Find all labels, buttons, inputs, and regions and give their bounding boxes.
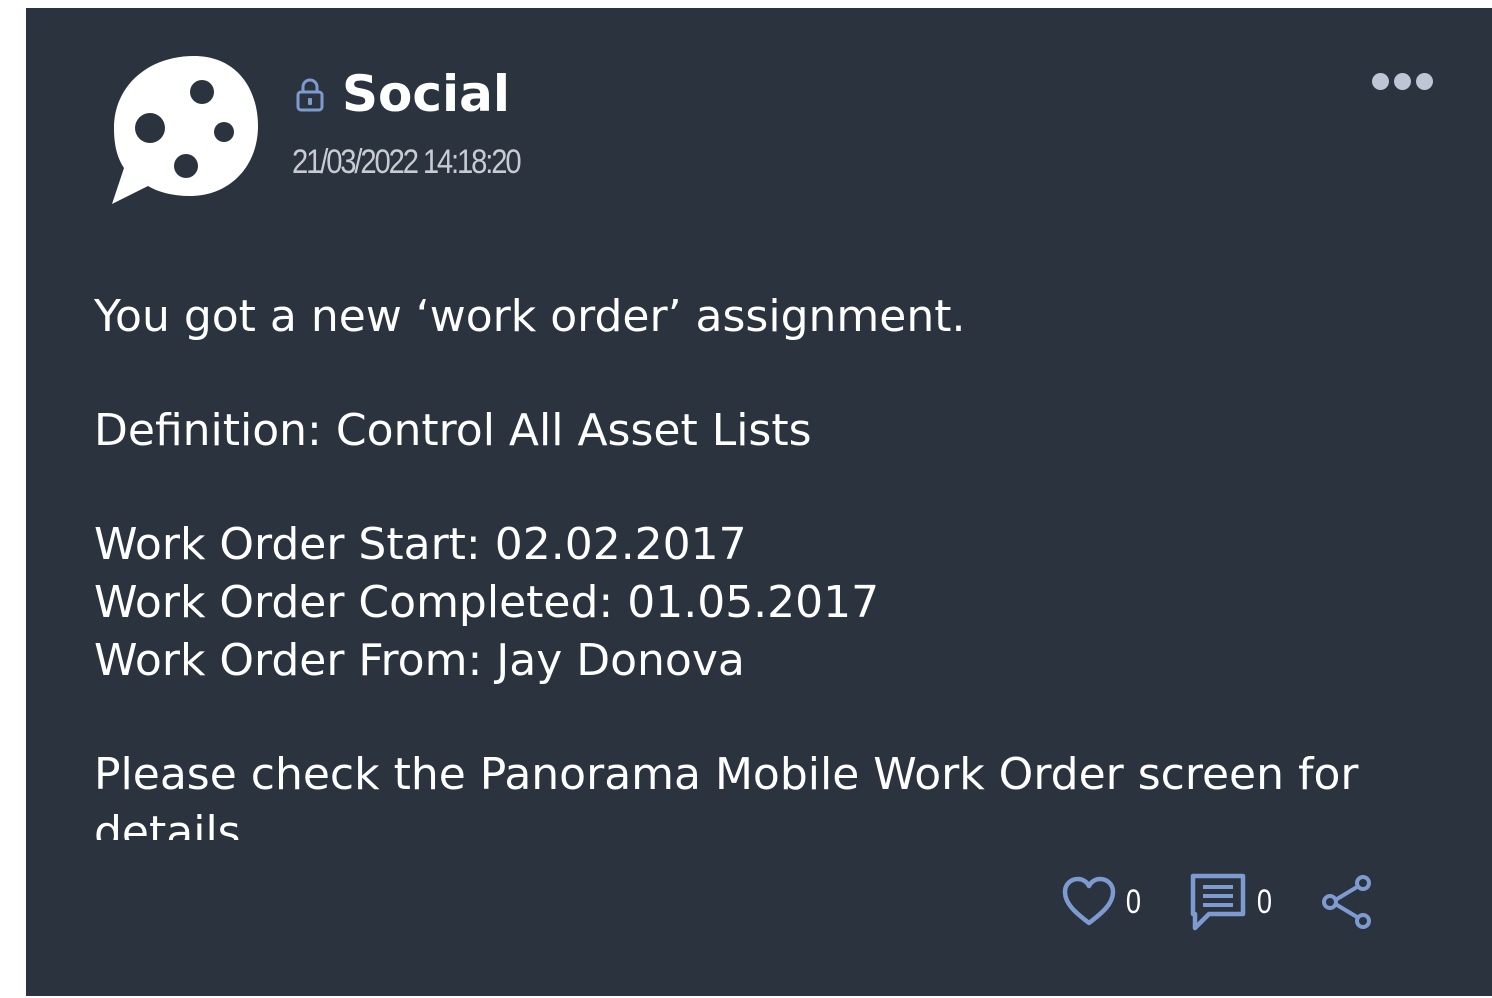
- body-line-from: Work Order From: Jay Donova: [94, 635, 745, 686]
- comment-icon: [1190, 873, 1246, 931]
- chat-bubble-dots-icon[interactable]: [106, 50, 266, 210]
- body-line-definition: Definition: Control All Asset Lists: [94, 405, 812, 456]
- post-title[interactable]: Social: [342, 64, 510, 124]
- body-line-instructions: Please check the Panorama Mobile Work Or…: [94, 749, 1359, 840]
- body-line-start: Work Order Start: 02.02.2017: [94, 519, 747, 570]
- more-horizontal-icon: [1371, 72, 1389, 90]
- lock-icon: [296, 78, 324, 112]
- post-body: You got a new ‘work order’ assignment. D…: [94, 288, 1434, 840]
- comment-count: 0: [1256, 883, 1272, 921]
- heart-outline-icon: [1062, 876, 1116, 926]
- menu-dot: [1393, 72, 1411, 90]
- like-button[interactable]: 0: [1060, 873, 1143, 931]
- comment-button[interactable]: 0: [1143, 870, 1274, 934]
- body-line-completed: Work Order Completed: 01.05.2017: [94, 577, 880, 628]
- more-options-button[interactable]: [1362, 64, 1442, 98]
- like-count: 0: [1125, 883, 1142, 921]
- post-timestamp: 21/03/2022 14:18:20: [292, 143, 522, 181]
- post-card: Social 21/03/2022 14:18:20 You got a new…: [26, 8, 1492, 996]
- body-line-intro: You got a new ‘work order’ assignment.: [94, 291, 966, 342]
- menu-dot: [1415, 72, 1433, 90]
- share-icon[interactable]: [1318, 873, 1376, 931]
- post-header: Social: [294, 64, 510, 124]
- post-actions: 0 0: [1060, 870, 1376, 934]
